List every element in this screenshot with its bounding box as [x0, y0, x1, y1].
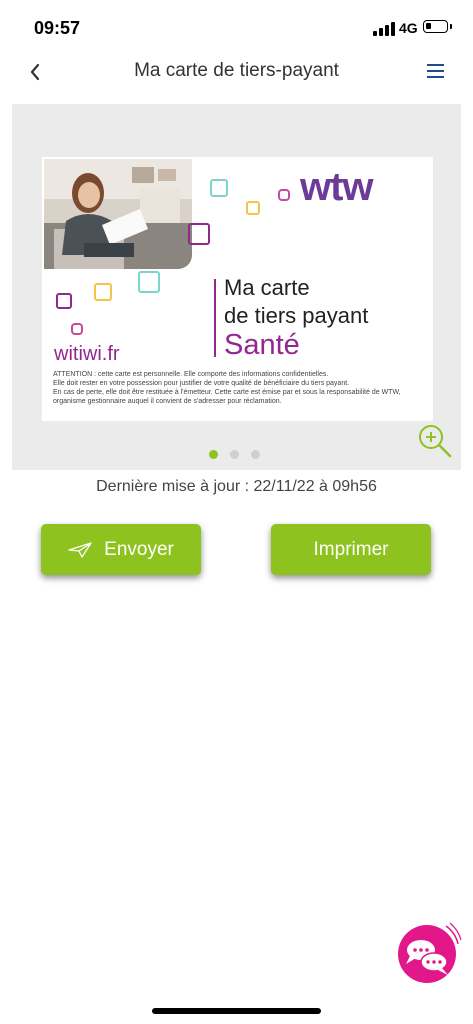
notice-line: ATTENTION : cette carte est personnelle.…	[53, 371, 329, 378]
battery-icon	[423, 20, 448, 33]
decor-square	[56, 293, 72, 309]
back-button[interactable]	[22, 56, 52, 86]
home-indicator[interactable]	[152, 1008, 321, 1014]
decor-square	[188, 223, 210, 245]
page-title: Ma carte de tiers-payant	[134, 60, 339, 81]
send-button[interactable]: Envoyer	[41, 524, 201, 575]
carousel-dots	[209, 450, 269, 460]
paper-plane-icon	[68, 541, 92, 558]
decor-square	[94, 283, 112, 301]
carousel-dot[interactable]	[251, 450, 260, 459]
notice-line: En cas de perte, elle doit être restitué…	[53, 389, 401, 396]
nav-bar: Ma carte de tiers-payant	[0, 52, 473, 90]
send-label: Envoyer	[104, 538, 174, 560]
card-title-line2: de tiers payant	[224, 303, 369, 328]
carousel-dot[interactable]	[230, 450, 239, 459]
decor-square	[210, 179, 228, 197]
signal-icon	[373, 22, 395, 36]
card-photo	[44, 159, 192, 269]
card-title-line1: Ma carte	[224, 275, 310, 300]
menu-button[interactable]	[424, 62, 446, 80]
insurance-card[interactable]: wtw Ma carte de tiers payant Santé witiw…	[42, 157, 433, 421]
chat-bubbles-icon	[398, 922, 462, 983]
chevron-left-icon	[30, 63, 40, 81]
card-title-line3: Santé	[224, 329, 300, 361]
status-bar: 09:57 4G	[0, 0, 473, 52]
decor-square	[71, 323, 83, 335]
card-website: witiwi.fr	[54, 343, 120, 365]
decor-square	[246, 201, 260, 215]
zoom-in-icon	[419, 425, 452, 458]
notice-line: organisme gestionnaire auquel il convien…	[53, 398, 282, 405]
print-label: Imprimer	[313, 538, 389, 560]
notice-line: Elle doit rester en votre possession pou…	[53, 380, 350, 387]
carousel-dot-active[interactable]	[209, 450, 218, 459]
wtw-logo: wtw	[300, 165, 374, 209]
print-button[interactable]: Imprimer	[271, 524, 431, 575]
status-time: 09:57	[34, 18, 81, 38]
chat-button[interactable]	[396, 920, 462, 986]
card-carousel[interactable]: wtw Ma carte de tiers payant Santé witiw…	[12, 104, 461, 470]
decor-square	[138, 271, 160, 293]
hamburger-menu-icon	[427, 64, 444, 66]
card-divider	[214, 279, 216, 357]
zoom-button[interactable]	[416, 422, 454, 460]
card-notice: ATTENTION : cette carte est personnelle.…	[53, 370, 428, 406]
decor-square	[278, 189, 290, 201]
last-update-text: Dernière mise à jour : 22/11/22 à 09h56	[96, 478, 377, 495]
network-type: 4G	[399, 20, 418, 36]
